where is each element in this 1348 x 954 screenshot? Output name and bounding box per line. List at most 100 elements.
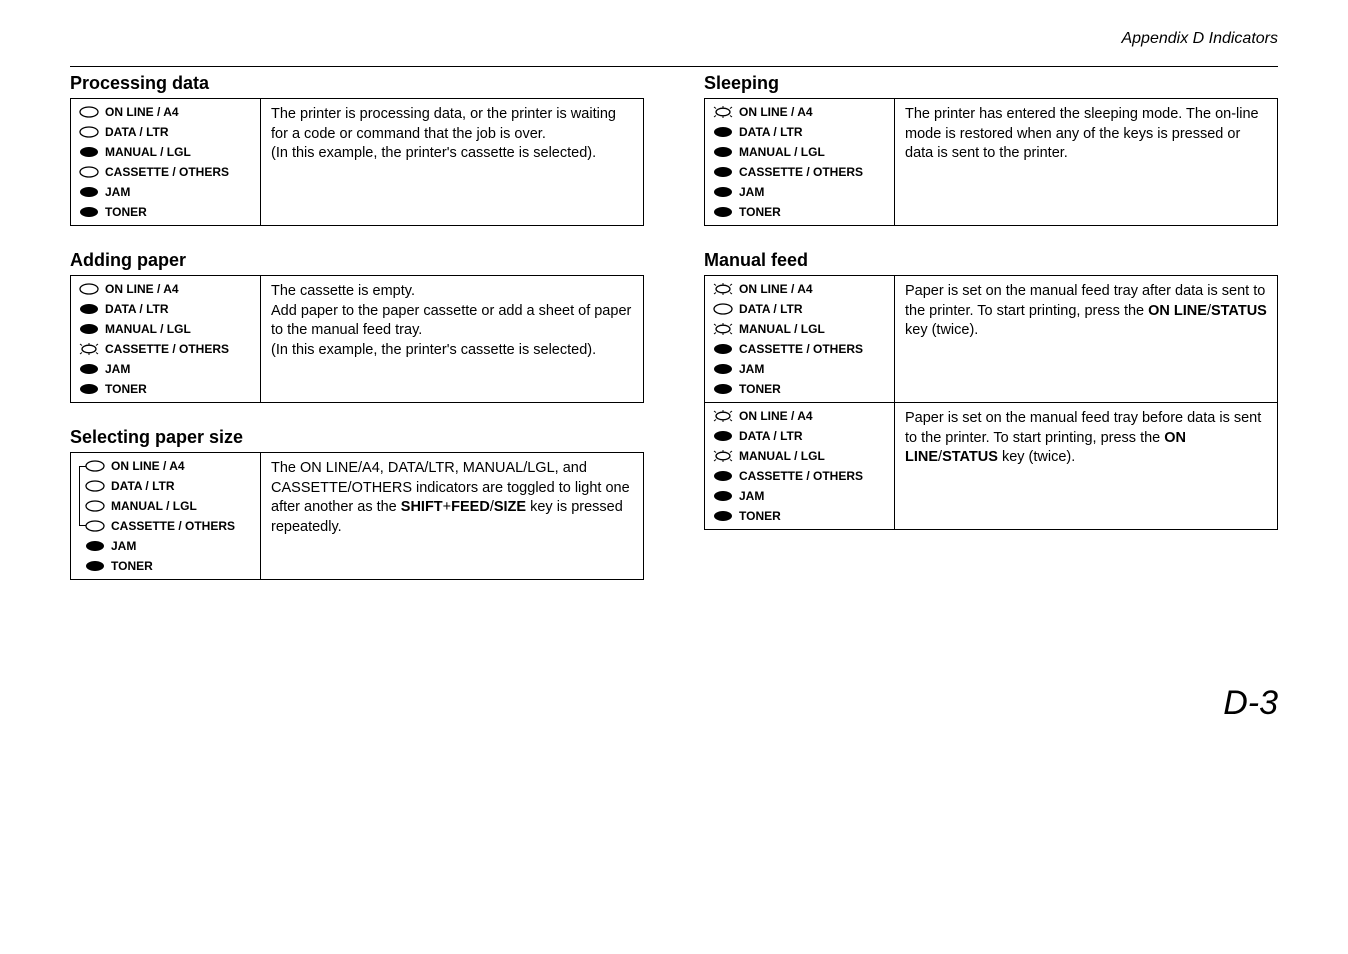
desc-bold: STATUS	[1211, 303, 1267, 319]
led-outline-icon	[85, 520, 105, 532]
led-label: MANUAL / LGL	[111, 499, 197, 513]
led-label: JAM	[739, 362, 764, 376]
led-solid-icon	[79, 363, 99, 375]
led-cassette: CASSETTE / OTHERS	[713, 165, 886, 179]
led-label: JAM	[105, 362, 130, 376]
section-adding: Adding paper ON LINE / A4 DATA / LTR MAN…	[70, 250, 644, 403]
led-label: ON LINE / A4	[739, 282, 813, 296]
led-label: CASSETTE / OTHERS	[111, 519, 235, 533]
led-label: CASSETTE / OTHERS	[105, 165, 229, 179]
led-cassette: CASSETTE / OTHERS	[79, 342, 252, 356]
led-label: TONER	[739, 509, 781, 523]
led-solid-icon	[79, 186, 99, 198]
led-label: MANUAL / LGL	[105, 322, 191, 336]
status-panel: ON LINE / A4 DATA / LTR MANUAL / LGL CAS…	[704, 98, 1278, 226]
led-label: CASSETTE / OTHERS	[105, 342, 229, 356]
section-title: Adding paper	[70, 250, 644, 271]
section-title: Sleeping	[704, 73, 1278, 94]
led-toner: TONER	[713, 509, 886, 523]
led-toner: TONER	[713, 205, 886, 219]
led-manual: MANUAL / LGL	[79, 322, 252, 336]
led-label: DATA / LTR	[739, 302, 803, 316]
status-panel: ON LINE / A4 DATA / LTR MANUAL / LGL CAS…	[705, 402, 1277, 529]
led-online: ON LINE / A4	[713, 105, 886, 119]
section-processing: Processing data ON LINE / A4 DATA / LTR …	[70, 73, 644, 226]
led-solid-icon	[85, 540, 105, 552]
led-solid-icon	[79, 206, 99, 218]
led-label: TONER	[739, 382, 781, 396]
led-toner: TONER	[85, 559, 252, 573]
desc-bold: ON	[1164, 430, 1186, 446]
led-data: DATA / LTR	[79, 125, 252, 139]
led-jam: JAM	[713, 362, 886, 376]
led-outline-icon	[79, 106, 99, 118]
desc-bold: SIZE	[494, 499, 526, 515]
section-sleeping: Sleeping ON LINE / A4 DATA / LTR MANUAL …	[704, 73, 1278, 226]
led-jam: JAM	[79, 185, 252, 199]
led-solid-icon	[79, 146, 99, 158]
section-title: Processing data	[70, 73, 644, 94]
panel-description: Paper is set on the manual feed tray bef…	[895, 403, 1277, 529]
led-flash-icon	[79, 343, 99, 355]
desc-bold: STATUS	[942, 449, 998, 465]
led-solid-icon	[713, 186, 733, 198]
led-jam: JAM	[713, 185, 886, 199]
led-outline-icon	[79, 283, 99, 295]
panel-description: The printer is processing data, or the p…	[261, 99, 643, 225]
led-toner: TONER	[79, 382, 252, 396]
led-solid-icon	[713, 383, 733, 395]
led-online: ON LINE / A4	[79, 282, 252, 296]
led-solid-icon	[79, 303, 99, 315]
led-data: DATA / LTR	[79, 302, 252, 316]
led-flash-icon	[713, 323, 733, 335]
led-column: ON LINE / A4 DATA / LTR MANUAL / LGL CAS…	[71, 453, 261, 579]
led-label: CASSETTE / OTHERS	[739, 469, 863, 483]
desc-bold: SHIFT	[401, 499, 443, 515]
led-online: ON LINE / A4	[79, 105, 252, 119]
led-label: DATA / LTR	[111, 479, 175, 493]
led-label: MANUAL / LGL	[739, 449, 825, 463]
led-label: MANUAL / LGL	[739, 322, 825, 336]
led-label: ON LINE / A4	[739, 105, 813, 119]
desc-text: key (twice).	[905, 322, 978, 338]
led-solid-icon	[79, 383, 99, 395]
led-outline-icon	[85, 480, 105, 492]
led-column: ON LINE / A4 DATA / LTR MANUAL / LGL CAS…	[71, 276, 261, 402]
led-label: CASSETTE / OTHERS	[739, 165, 863, 179]
led-label: DATA / LTR	[105, 302, 169, 316]
status-panel: ON LINE / A4 DATA / LTR MANUAL / LGL CAS…	[70, 452, 644, 580]
led-label: DATA / LTR	[739, 125, 803, 139]
status-panel: ON LINE / A4 DATA / LTR MANUAL / LGL CAS…	[705, 276, 1277, 402]
led-online: ON LINE / A4	[713, 282, 886, 296]
led-label: TONER	[105, 205, 147, 219]
led-solid-icon	[79, 323, 99, 335]
led-flash-icon	[713, 283, 733, 295]
led-label: ON LINE / A4	[739, 409, 813, 423]
led-label: JAM	[739, 489, 764, 503]
section-manualfeed: Manual feed ON LINE / A4 DATA / LTR MANU…	[704, 250, 1278, 530]
led-label: JAM	[111, 539, 136, 553]
led-label: TONER	[111, 559, 153, 573]
page-header: Appendix D Indicators	[70, 30, 1278, 48]
led-column: ON LINE / A4 DATA / LTR MANUAL / LGL CAS…	[705, 403, 895, 529]
led-solid-icon	[713, 363, 733, 375]
led-label: MANUAL / LGL	[739, 145, 825, 159]
led-data: DATA / LTR	[713, 429, 886, 443]
led-cassette: CASSETTE / OTHERS	[713, 342, 886, 356]
panel-description: The cassette is empty. Add paper to the …	[261, 276, 643, 402]
led-online: ON LINE / A4	[713, 409, 886, 423]
desc-bold: LINE	[905, 449, 938, 465]
led-flash-icon	[713, 410, 733, 422]
led-cassette: CASSETTE / OTHERS	[713, 469, 886, 483]
led-solid-icon	[713, 470, 733, 482]
led-column: ON LINE / A4 DATA / LTR MANUAL / LGL CAS…	[705, 99, 895, 225]
led-flash-icon	[713, 450, 733, 462]
toggle-connector-icon	[79, 466, 80, 526]
led-outline-icon	[713, 303, 733, 315]
led-label: TONER	[105, 382, 147, 396]
header-rule	[70, 66, 1278, 67]
led-cassette: CASSETTE / OTHERS	[79, 165, 252, 179]
led-outline-icon	[79, 126, 99, 138]
led-online: ON LINE / A4	[85, 459, 252, 473]
led-outline-icon	[85, 500, 105, 512]
